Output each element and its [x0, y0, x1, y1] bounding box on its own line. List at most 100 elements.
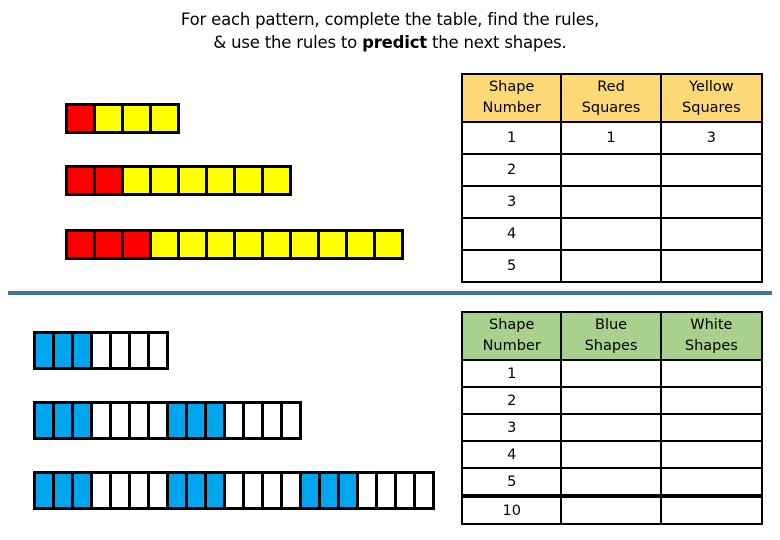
header-yellow-squares: Yellow Squares [659, 73, 764, 123]
blue-rectangle [55, 474, 71, 507]
pattern2-shape-1 [33, 331, 169, 370]
answer-cell[interactable] [560, 413, 662, 442]
pattern1-shape-3 [65, 229, 404, 260]
blue-rectangle [188, 474, 204, 507]
yellow-square [236, 232, 261, 257]
yellow-square [152, 232, 177, 257]
blue-rectangle [340, 474, 356, 507]
answer-cell[interactable] [560, 217, 662, 251]
red-square [68, 232, 93, 257]
shape-number-cell: 2 [460, 386, 563, 415]
white-rectangle [93, 404, 109, 437]
pattern2-shape-3 [33, 471, 435, 510]
header-shape-number: Shape Number [460, 311, 563, 361]
white-rectangle [93, 334, 109, 367]
shape-number-cell: 3 [460, 185, 563, 219]
answer-cell[interactable] [659, 386, 764, 415]
header-blue-shapes: Blue Shapes [560, 311, 662, 361]
red-square [68, 106, 93, 131]
red-square [68, 168, 93, 193]
blue-rectangle [302, 474, 318, 507]
answer-cell[interactable] [560, 494, 662, 525]
header-white-shapes: White Shapes [659, 311, 764, 361]
answer-cell[interactable] [560, 185, 662, 219]
table-row: 5 [460, 249, 764, 283]
yellow-square [292, 232, 317, 257]
answer-cell[interactable] [560, 359, 662, 388]
yellow-square [96, 106, 121, 131]
instructions-bold-word: predict [362, 33, 427, 52]
pattern1-table: Shape Number Red Squares Yellow Squares 113… [460, 73, 764, 283]
table-row: 2 [460, 153, 764, 187]
header-red-squares: Red Squares [560, 73, 662, 123]
blue-rectangle [169, 474, 185, 507]
answer-cell[interactable] [659, 217, 764, 251]
answer-cell[interactable] [659, 359, 764, 388]
white-rectangle [131, 474, 147, 507]
red-square [96, 232, 121, 257]
table-row: 3 [460, 413, 764, 442]
white-rectangle [245, 404, 261, 437]
white-rectangle [93, 474, 109, 507]
yellow-square [208, 232, 233, 257]
white-rectangle [226, 404, 242, 437]
pattern2-table: Shape Number Blue Shapes White Shapes 12345… [460, 311, 764, 525]
answer-cell[interactable]: 3 [659, 121, 764, 155]
blue-rectangle [169, 404, 185, 437]
section-divider [8, 291, 772, 295]
white-rectangle [131, 334, 147, 367]
yellow-square [152, 106, 177, 131]
table-row: 2 [460, 386, 764, 415]
white-rectangle [264, 404, 280, 437]
red-square [96, 168, 121, 193]
white-rectangle [397, 474, 413, 507]
blue-rectangle [55, 404, 71, 437]
white-rectangle [416, 474, 432, 507]
shape-number-cell: 1 [460, 359, 563, 388]
instructions-text: the next shapes. [426, 33, 567, 52]
blue-rectangle [188, 404, 204, 437]
answer-cell[interactable] [560, 386, 662, 415]
yellow-square [180, 168, 205, 193]
pattern2-shape-2 [33, 401, 302, 440]
answer-cell[interactable] [560, 153, 662, 187]
blue-rectangle [36, 474, 52, 507]
yellow-square [376, 232, 401, 257]
shape-number-cell: 2 [460, 153, 563, 187]
answer-cell[interactable] [659, 249, 764, 283]
instructions-line-2: & use the rules to predict the next shap… [0, 31, 780, 54]
blue-rectangle [55, 334, 71, 367]
table-row: 5 [460, 467, 764, 497]
yellow-square [236, 168, 261, 193]
red-square [124, 232, 149, 257]
instructions-text: & use the rules to [213, 33, 363, 52]
answer-cell[interactable] [659, 440, 764, 469]
shape-number-cell: 5 [460, 249, 563, 283]
shape-number-cell: 1 [460, 121, 563, 155]
yellow-square [180, 232, 205, 257]
instructions-line-1: For each pattern, complete the table, fi… [180, 10, 600, 29]
blue-rectangle [36, 404, 52, 437]
answer-cell[interactable] [560, 249, 662, 283]
answer-cell[interactable] [659, 467, 764, 497]
white-rectangle [245, 474, 261, 507]
answer-cell[interactable]: 1 [560, 121, 662, 155]
answer-cell[interactable] [560, 440, 662, 469]
table-row: 3 [460, 185, 764, 219]
pattern1-shape-2 [65, 165, 292, 196]
table-row: 10 [460, 494, 764, 525]
blue-rectangle [74, 334, 90, 367]
yellow-square [264, 232, 289, 257]
answer-cell[interactable] [659, 413, 764, 442]
white-rectangle [112, 474, 128, 507]
answer-cell[interactable] [560, 467, 662, 497]
answer-cell[interactable] [659, 185, 764, 219]
blue-rectangle [207, 474, 223, 507]
yellow-square [208, 168, 233, 193]
answer-cell[interactable] [659, 494, 764, 525]
white-rectangle [150, 474, 166, 507]
white-rectangle [131, 404, 147, 437]
shape-number-cell: 5 [460, 467, 563, 497]
table-row: 4 [460, 217, 764, 251]
answer-cell[interactable] [659, 153, 764, 187]
